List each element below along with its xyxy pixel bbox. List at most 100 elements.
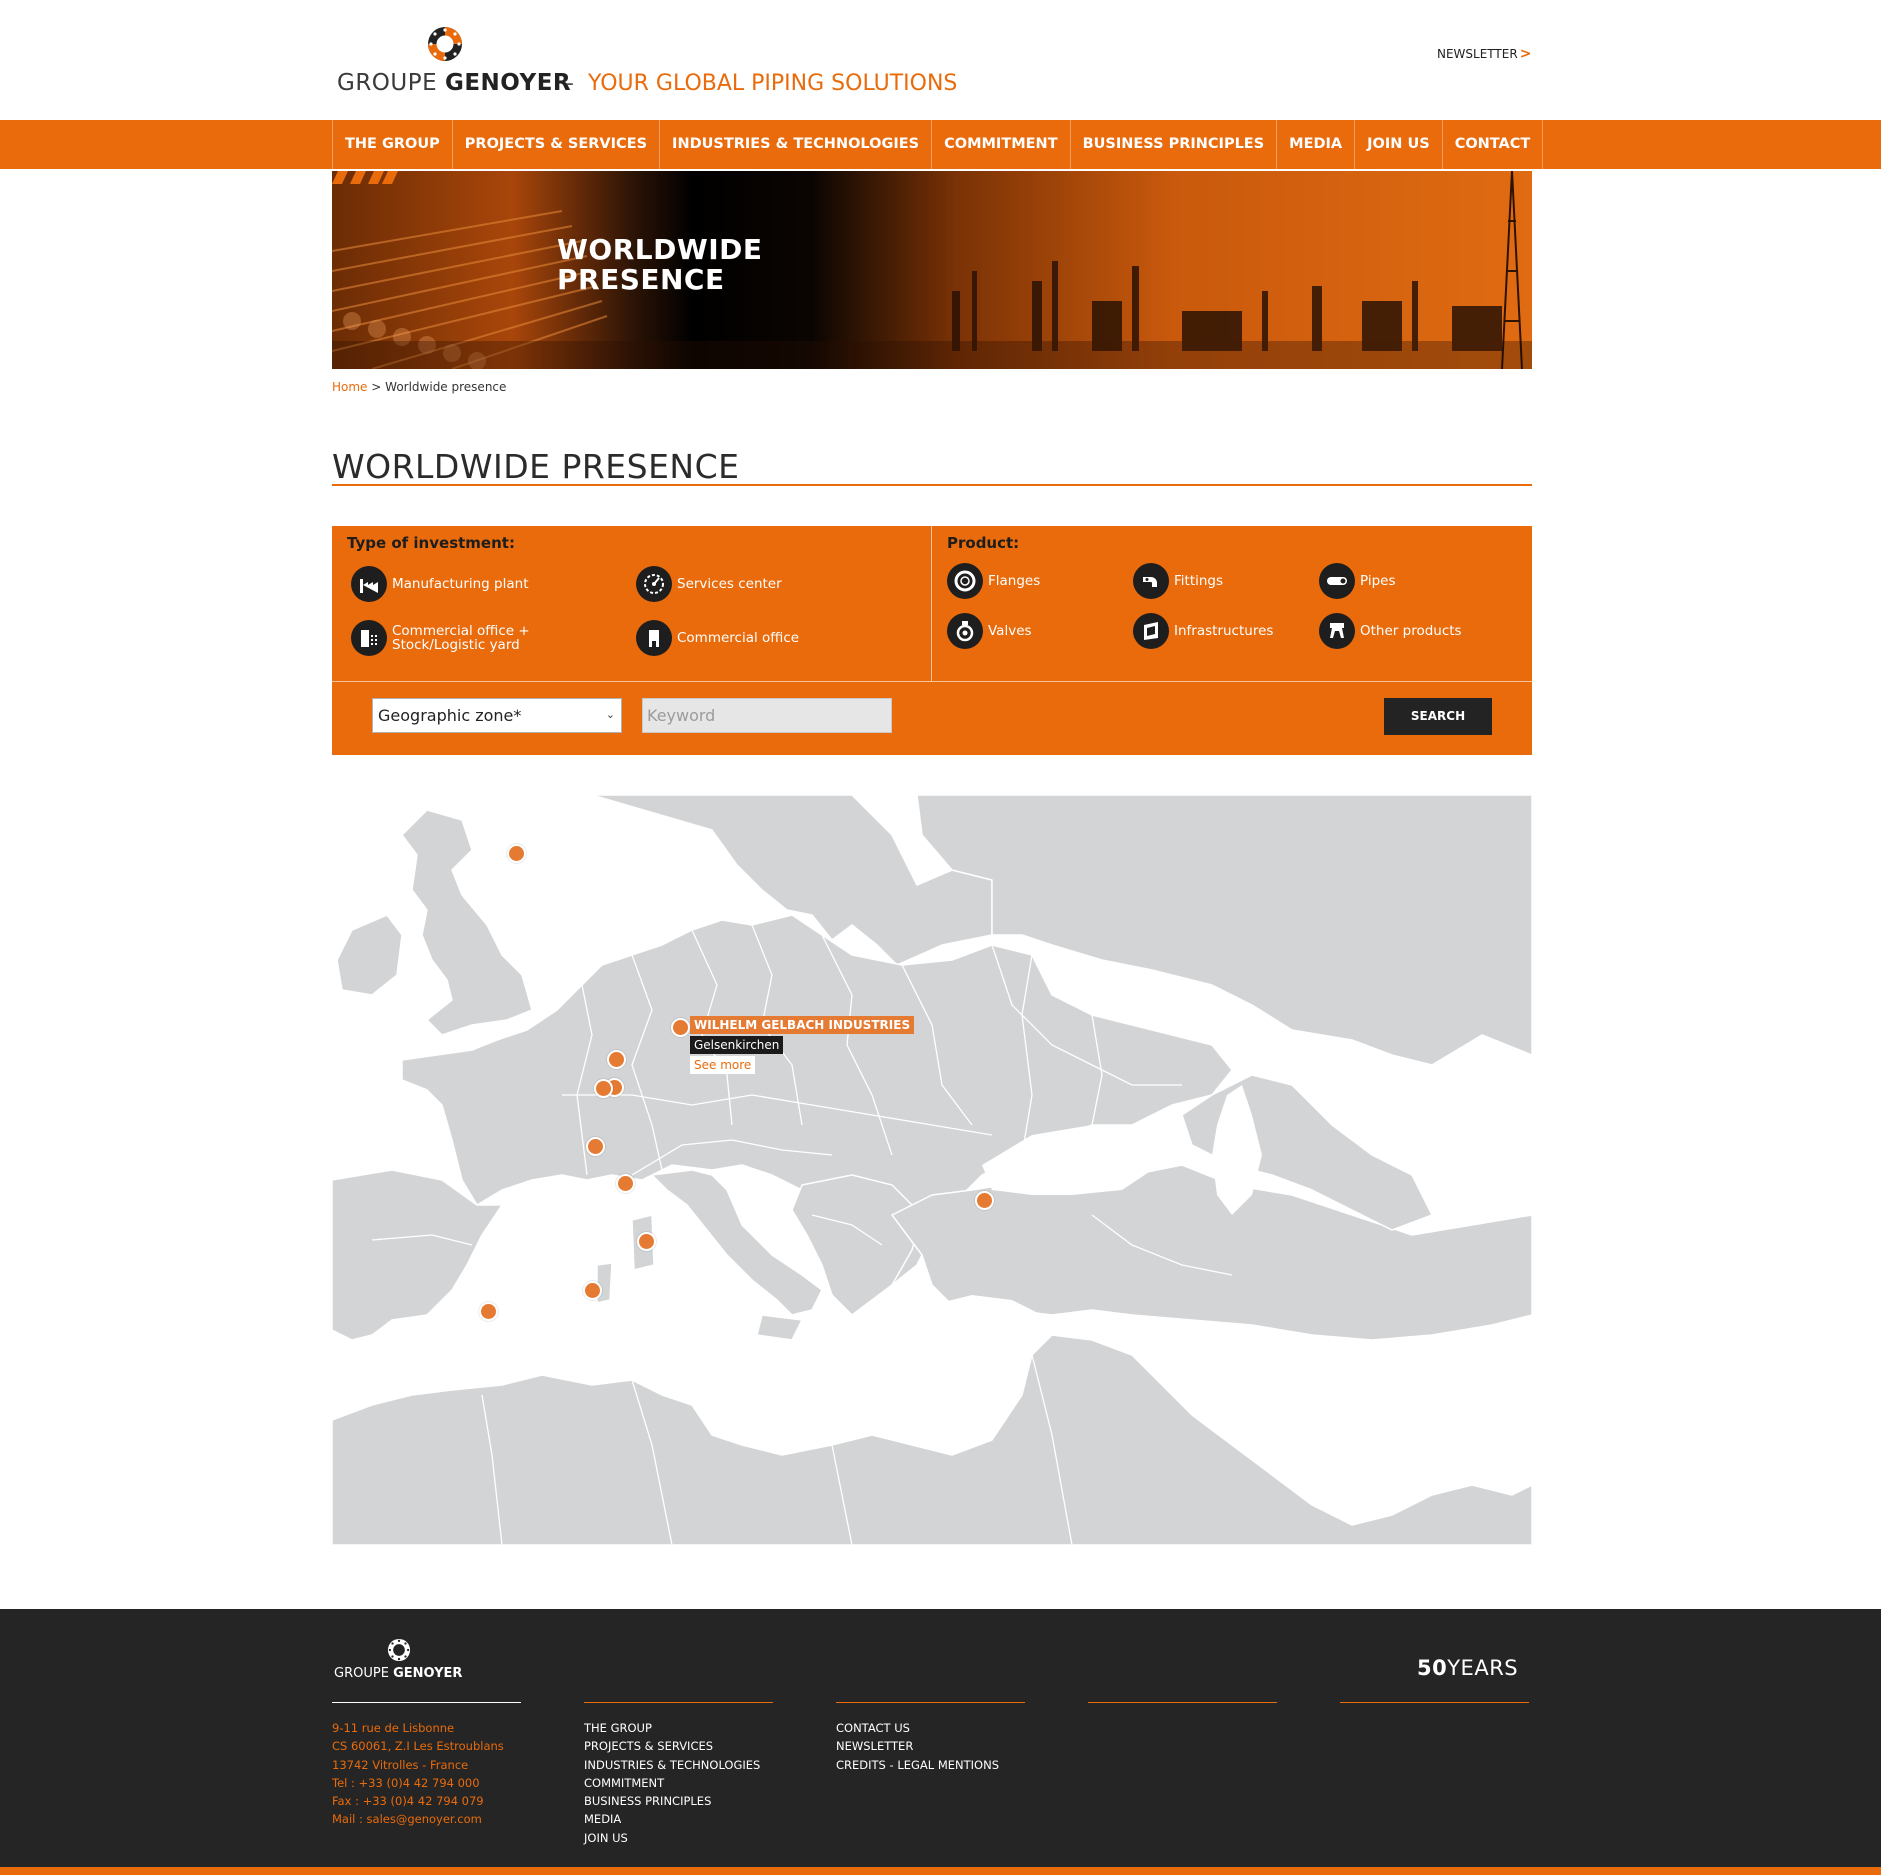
filter-commercial-office-stock[interactable]: Commercial office + Stock/Logistic yard: [351, 620, 622, 656]
footer-nav: THE GROUP PROJECTS & SERVICES INDUSTRIES…: [584, 1719, 760, 1847]
breadcrumb-current: Worldwide presence: [385, 380, 507, 394]
nav-item-projects-services[interactable]: PROJECTS & SERVICES: [451, 120, 659, 169]
banner-title: WORLDWIDE PRESENCE: [557, 235, 817, 295]
filter-label: Infrastructures: [1174, 623, 1274, 639]
europe-map[interactable]: WILHELM GELBACH INDUSTRIES Gelsenkirchen…: [332, 795, 1532, 1545]
logo-wordmark[interactable]: GROUPE GENOYER: [337, 70, 571, 96]
geographic-zone-select[interactable]: Geographic zone* ⌄: [372, 698, 622, 733]
years-label: YEARS: [1447, 1656, 1519, 1680]
phone-line: Tel : +33 (0)4 42 794 000: [332, 1775, 480, 1790]
map-pin[interactable]: [507, 844, 526, 863]
chevron-down-icon: ⌄: [605, 708, 615, 721]
footer-address: 9-11 rue de Lisbonne CS 60061, Z.I Les E…: [332, 1719, 504, 1829]
map-pin[interactable]: [607, 1050, 626, 1069]
nav-item-industries-technologies[interactable]: INDUSTRIES & TECHNOLOGIES: [659, 120, 931, 169]
footer-accent-bar: [0, 1867, 1881, 1875]
flange-icon: [947, 563, 983, 599]
filter-divider: [332, 681, 1532, 682]
filter-manufacturing-plant[interactable]: Manufacturing plant: [351, 566, 529, 602]
warehouse-icon: [351, 620, 387, 656]
footer-logo-wordmark[interactable]: GROUPE GENOYER: [334, 1666, 462, 1681]
filter-flanges[interactable]: Flanges: [947, 563, 1040, 599]
stripes-decoration-icon: [332, 171, 398, 184]
breadcrumb-separator: >: [371, 380, 382, 394]
footer-divider: [332, 1702, 521, 1703]
filter-services-center[interactable]: Services center: [636, 566, 782, 602]
tagline: YOUR GLOBAL PIPING SOLUTIONS: [588, 71, 958, 96]
fax-line: Fax : +33 (0)4 42 794 079: [332, 1794, 484, 1809]
filter-label: Services center: [677, 576, 782, 592]
map-pin[interactable]: [637, 1232, 656, 1251]
investment-heading: Type of investment:: [347, 534, 515, 552]
nav-item-business-principles[interactable]: BUSINESS PRINCIPLES: [1069, 120, 1277, 169]
nav-item-commitment[interactable]: COMMITMENT: [931, 120, 1069, 169]
filter-pipes[interactable]: Pipes: [1319, 563, 1396, 599]
map-pin[interactable]: [616, 1174, 635, 1193]
chevron-right-icon: >: [1519, 46, 1532, 62]
filter-label: Flanges: [988, 573, 1041, 589]
filter-valves[interactable]: Valves: [947, 613, 1032, 649]
newsletter-label: NEWSLETTER: [1437, 47, 1518, 61]
nav-item-media[interactable]: MEDIA: [1276, 120, 1354, 169]
logo-prefix: GROUPE: [337, 70, 438, 96]
footer-link-commitment[interactable]: COMMITMENT: [584, 1774, 760, 1792]
address-line: 9-11 rue de Lisbonne: [332, 1721, 455, 1735]
map-pin[interactable]: [975, 1191, 994, 1210]
title-divider: [332, 484, 1532, 486]
popup-see-more-link[interactable]: See more: [690, 1056, 756, 1074]
years-number: 50: [1417, 1656, 1448, 1680]
filter-divider: [931, 526, 932, 681]
filter-label: Pipes: [1360, 573, 1396, 589]
popup-company-name: WILHELM GELBACH INDUSTRIES: [690, 1016, 915, 1034]
filter-fittings[interactable]: Fittings: [1133, 563, 1223, 599]
newsletter-link[interactable]: NEWSLETTER >: [1437, 46, 1531, 62]
filter-other-products[interactable]: Other products: [1319, 613, 1462, 649]
map-pin[interactable]: [586, 1137, 605, 1156]
map-pin-active[interactable]: [671, 1018, 690, 1037]
filter-panel: Type of investment: Manufacturing plant …: [332, 526, 1532, 755]
banner-title-line2: PRESENCE: [557, 263, 725, 296]
nav-item-the-group[interactable]: THE GROUP: [332, 120, 452, 169]
filter-commercial-office[interactable]: Commercial office: [636, 620, 799, 656]
office-icon: [636, 620, 672, 656]
footer-link-projects-services[interactable]: PROJECTS & SERVICES: [584, 1737, 760, 1755]
keyword-input[interactable]: Keyword: [642, 698, 892, 733]
nav-item-join-us[interactable]: JOIN US: [1354, 120, 1442, 169]
footer-link-industries-technologies[interactable]: INDUSTRIES & TECHNOLOGIES: [584, 1756, 760, 1774]
footer-divider: [584, 1702, 773, 1703]
filter-label: Commercial office + Stock/Logistic yard: [392, 623, 530, 653]
footer-divider: [1340, 1702, 1529, 1703]
map-pin[interactable]: [594, 1079, 613, 1098]
footer-link-business-principles[interactable]: BUSINESS PRINCIPLES: [584, 1792, 760, 1810]
footer-link-media[interactable]: MEDIA: [584, 1810, 760, 1828]
nav-item-contact[interactable]: CONTACT: [1441, 120, 1544, 169]
footer-link-contact-us[interactable]: CONTACT US: [836, 1719, 999, 1737]
filter-label: Commercial office: [677, 630, 800, 646]
filter-infrastructures[interactable]: Infrastructures: [1133, 613, 1273, 649]
map-pin[interactable]: [479, 1302, 498, 1321]
footer-link-join-us[interactable]: JOIN US: [584, 1829, 760, 1847]
breadcrumb: Home > Worldwide presence: [332, 380, 506, 394]
logo-bold: GENOYER: [444, 70, 572, 96]
genoyer-logo-ring-icon[interactable]: [386, 1637, 412, 1663]
industrial-skyline-image: [332, 171, 1532, 369]
fitting-icon: [1133, 563, 1169, 599]
site-footer: GROUPE GENOYER 50YEARS 9-11 rue de Lisbo…: [0, 1609, 1881, 1875]
infrastructure-icon: [1133, 613, 1169, 649]
footer-link-newsletter[interactable]: NEWSLETTER: [836, 1737, 999, 1755]
search-button[interactable]: SEARCH: [1384, 698, 1492, 735]
map-pin[interactable]: [583, 1281, 602, 1300]
filter-label: Other products: [1360, 623, 1462, 639]
footer-link-credits-legal[interactable]: CREDITS - LEGAL MENTIONS: [836, 1756, 999, 1774]
genoyer-logo-ring-icon[interactable]: [425, 24, 465, 64]
fifty-years-badge: 50YEARS: [1417, 1656, 1518, 1680]
hero-banner: WORLDWIDE PRESENCE: [332, 171, 1532, 369]
email-link[interactable]: Mail : sales@genoyer.com: [332, 1810, 504, 1828]
valve-icon: [947, 613, 983, 649]
filter-label: Valves: [988, 623, 1032, 639]
main-navigation: THE GROUP PROJECTS & SERVICES INDUSTRIES…: [0, 120, 1881, 169]
gauge-icon: [636, 566, 672, 602]
footer-link-the-group[interactable]: THE GROUP: [584, 1719, 760, 1737]
factory-icon: [351, 566, 387, 602]
breadcrumb-home[interactable]: Home: [332, 380, 367, 394]
